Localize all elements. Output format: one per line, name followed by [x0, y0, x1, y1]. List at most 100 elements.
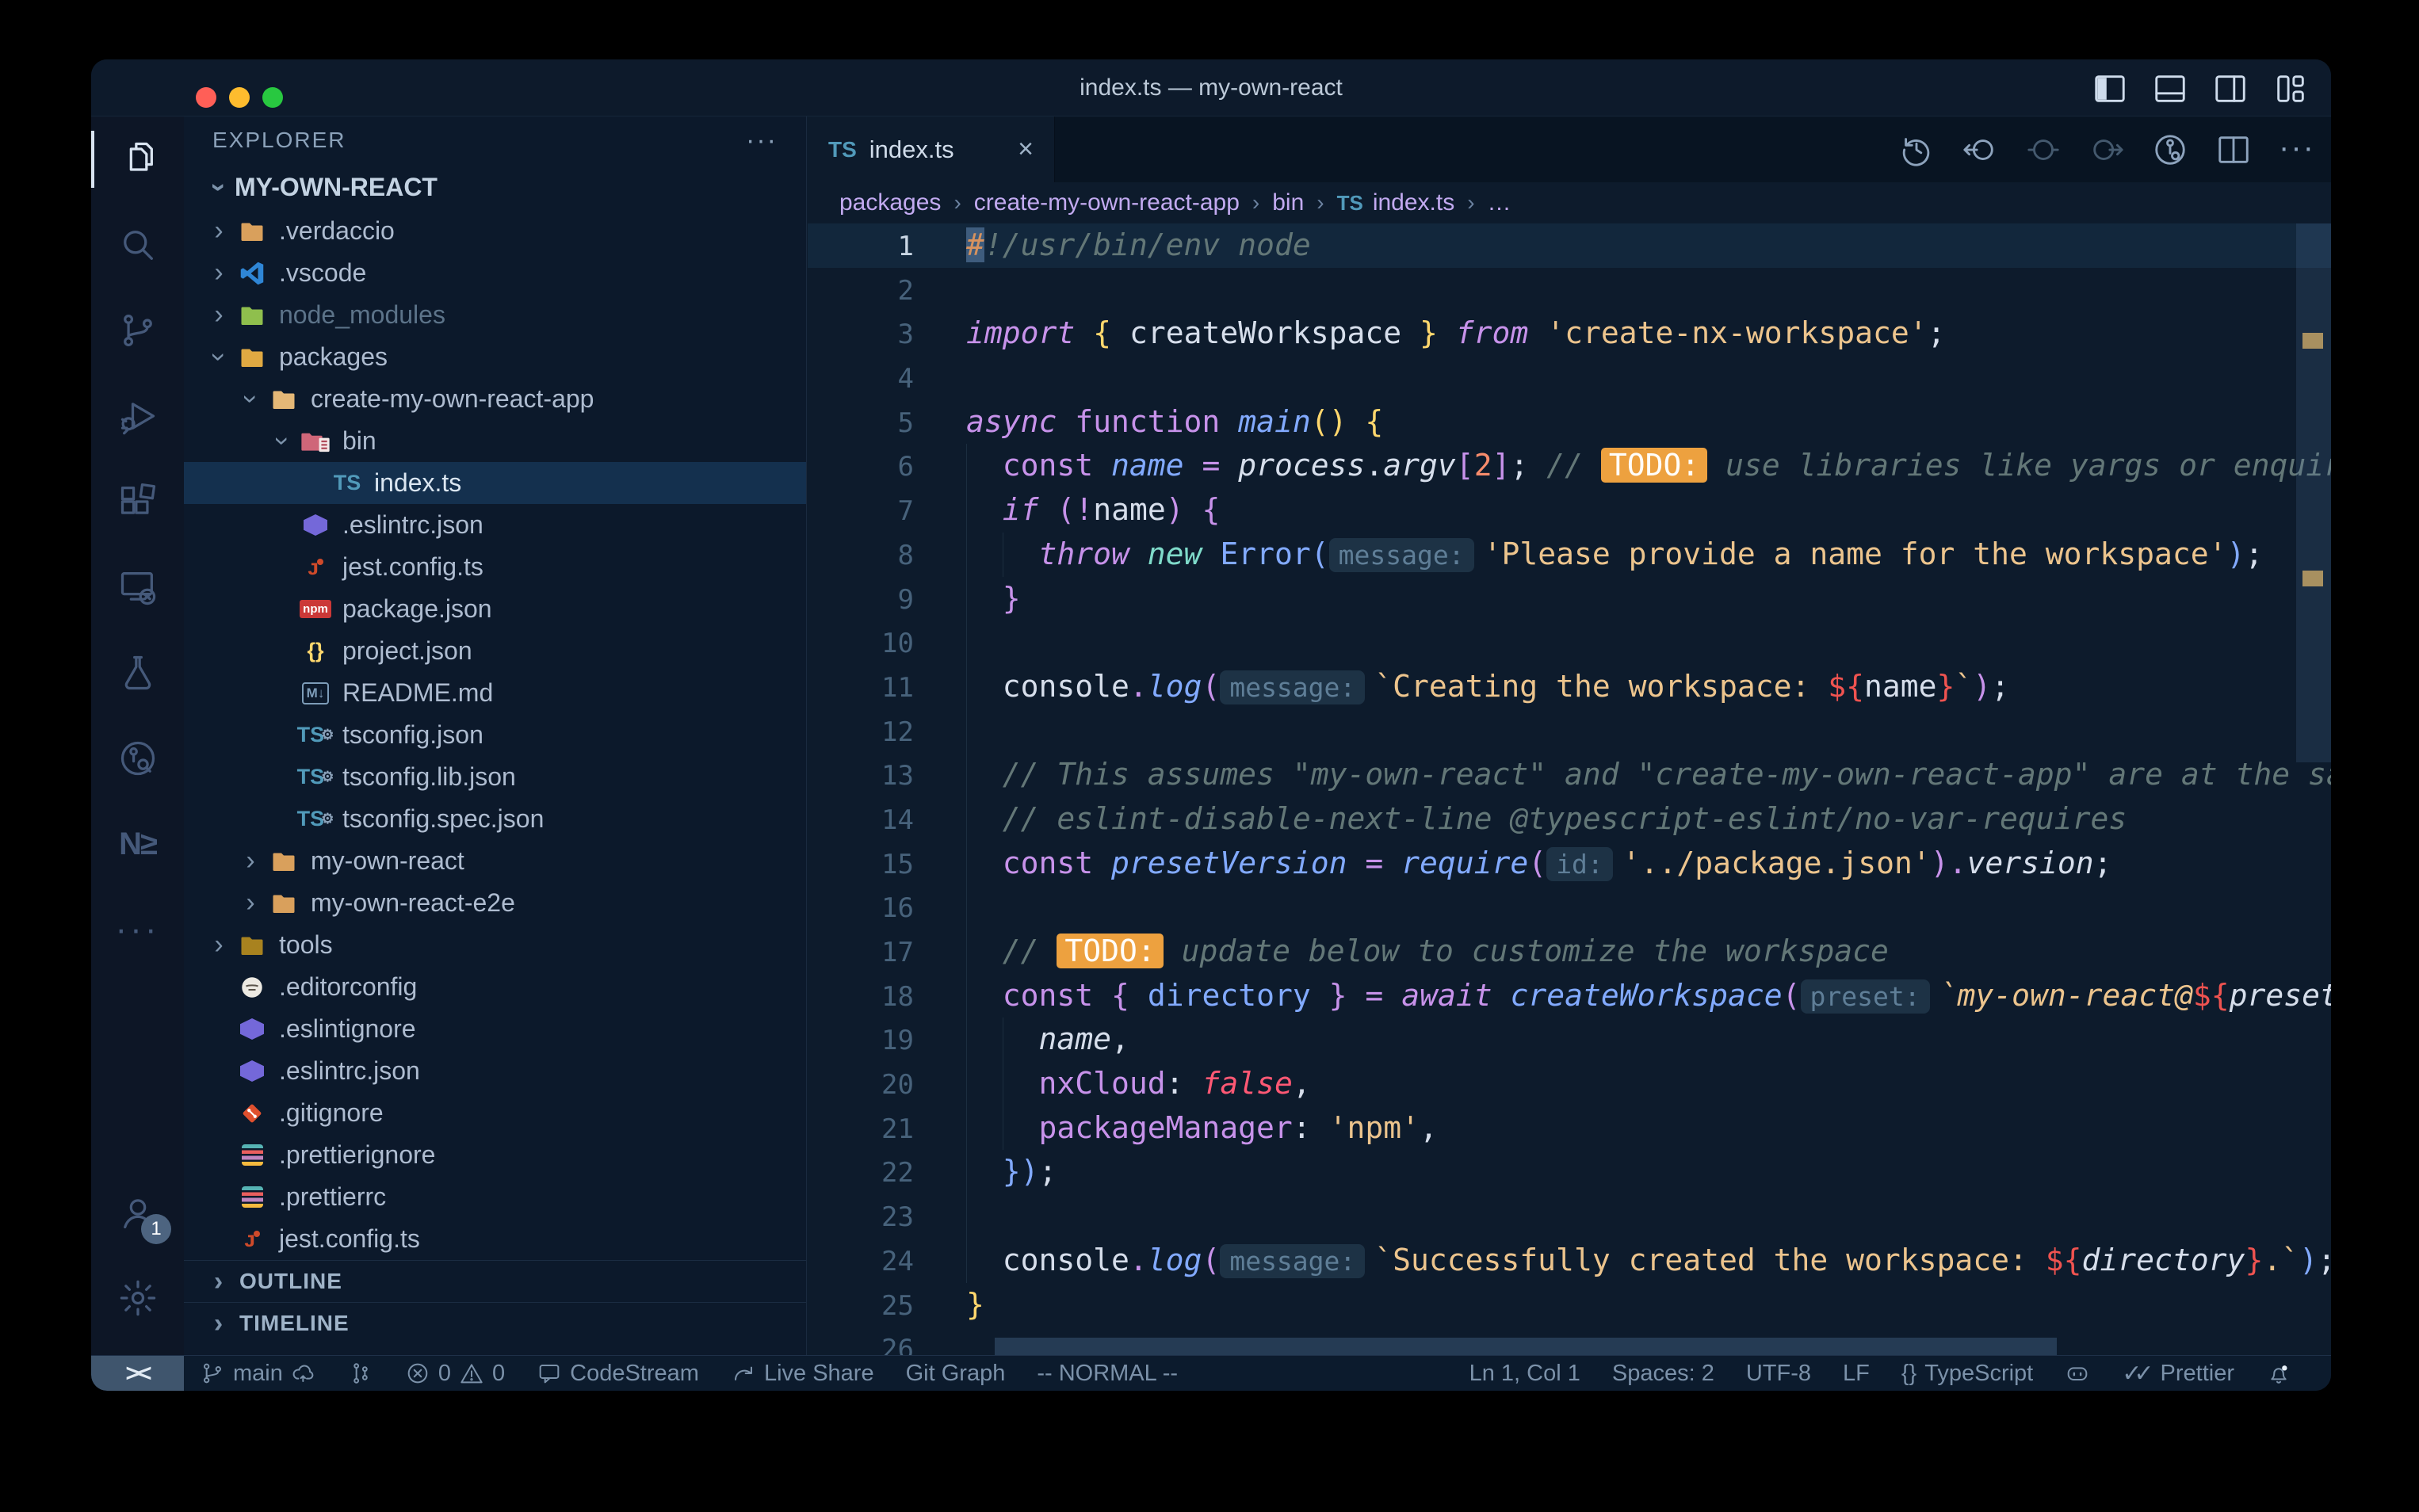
tree-item-.verdaccio[interactable]: ›.verdaccio — [184, 210, 806, 252]
section-timeline[interactable]: ›TIMELINE — [184, 1302, 806, 1344]
status-indentation[interactable]: Spaces: 2 — [1596, 1356, 1730, 1391]
tree-item-.eslintignore[interactable]: .eslintignore — [184, 1008, 806, 1050]
tree-item-bin[interactable]: ›bin — [184, 420, 806, 462]
layout-sidebar-left-icon[interactable] — [2092, 71, 2128, 107]
code-line-11[interactable]: 11 console.log(message:`Creating the wor… — [808, 665, 2331, 709]
tree-item-tsconfig.spec.json[interactable]: TS⚙tsconfig.spec.json — [184, 798, 806, 840]
next-change-icon[interactable] — [2088, 132, 2125, 168]
chevron-down-icon[interactable]: › — [267, 426, 298, 457]
code-line-6[interactable]: 6 const name = process.argv[2]; // TODO:… — [808, 444, 2331, 488]
tree-item-package.json[interactable]: npmpackage.json — [184, 588, 806, 630]
horizontal-scrollbar[interactable] — [995, 1338, 2057, 1355]
activity-testing-icon[interactable] — [91, 630, 184, 716]
gitlens-compare-icon[interactable] — [2152, 132, 2188, 168]
tree-item-.prettierignore[interactable]: .prettierignore — [184, 1134, 806, 1176]
tree-item-jest.config.ts[interactable]: ᴊjest.config.ts — [184, 1218, 806, 1260]
code-line-15[interactable]: 15 const presetVersion = require(id:'../… — [808, 842, 2331, 886]
layout-customize-icon[interactable] — [2272, 71, 2309, 107]
open-changes-icon[interactable] — [2025, 132, 2062, 168]
code-line-17[interactable]: 17 // TODO: update below to customize th… — [808, 930, 2331, 974]
code-line-19[interactable]: 19 name, — [808, 1018, 2331, 1062]
activity-gitlens-icon[interactable] — [91, 716, 184, 801]
activity-nx-console-icon[interactable]: N≥ — [91, 801, 184, 887]
code-line-8[interactable]: 8 throw new Error(message:'Please provid… — [808, 533, 2331, 577]
chevron-right-icon[interactable]: › — [203, 300, 235, 330]
code-line-3[interactable]: 3import { createWorkspace } from 'create… — [808, 311, 2331, 356]
chevron-right-icon[interactable]: › — [203, 258, 235, 288]
chevron-down-icon[interactable]: › — [204, 342, 235, 373]
activity-accounts-icon[interactable]: 1 — [91, 1170, 184, 1255]
workspace-root-folder[interactable]: › MY-OWN-REACT — [184, 164, 806, 210]
tab-index-ts[interactable]: TS index.ts × — [808, 116, 1055, 182]
explorer-more-actions-icon[interactable]: ··· — [746, 125, 778, 156]
status-eol[interactable]: LF — [1827, 1356, 1886, 1391]
chevron-right-icon[interactable]: › — [203, 930, 235, 960]
code-line-2[interactable]: 2 — [808, 268, 2331, 312]
code-line-1[interactable]: 1#!/usr/bin/env node — [808, 223, 2331, 268]
code-line-12[interactable]: 12 — [808, 709, 2331, 754]
timeline-history-icon[interactable] — [1898, 132, 1935, 168]
tree-item-my-own-react-e2e[interactable]: ›my-own-react-e2e — [184, 882, 806, 924]
code-line-16[interactable]: 16 — [808, 885, 2331, 930]
tree-item-.prettierrc[interactable]: .prettierrc — [184, 1176, 806, 1218]
tree-item-node-modules[interactable]: ›node_modules — [184, 294, 806, 336]
status-git-branch[interactable]: main — [184, 1356, 332, 1391]
status-remote-indicator[interactable]: >< — [91, 1356, 184, 1391]
tree-item-.editorconfig[interactable]: .editorconfig — [184, 966, 806, 1008]
code-line-5[interactable]: 5async function main() { — [808, 400, 2331, 445]
code-line-9[interactable]: 9 } — [808, 577, 2331, 621]
tree-item-jest.config.ts[interactable]: ᴊjest.config.ts — [184, 546, 806, 588]
breadcrumb-item-bin[interactable]: bin — [1272, 189, 1304, 216]
status-vim-mode[interactable]: -- NORMAL -- — [1021, 1356, 1194, 1391]
layout-sidebar-right-icon[interactable] — [2212, 71, 2249, 107]
tree-item-tsconfig.lib.json[interactable]: TS⚙tsconfig.lib.json — [184, 756, 806, 798]
chevron-down-icon[interactable]: › — [235, 384, 266, 415]
previous-change-icon[interactable] — [1962, 132, 1998, 168]
status-problems[interactable]: 00 — [389, 1356, 521, 1391]
tree-item-create-my-own-react-app[interactable]: ›create-my-own-react-app — [184, 378, 806, 420]
status-cursor-position[interactable]: Ln 1, Col 1 — [1454, 1356, 1596, 1391]
code-line-20[interactable]: 20 nxCloud: false, — [808, 1062, 2331, 1106]
status-pipeline[interactable] — [332, 1356, 389, 1391]
status-live-share[interactable]: Live Share — [715, 1356, 890, 1391]
close-tab-icon[interactable]: × — [1018, 134, 1034, 165]
tree-item-project.json[interactable]: {}project.json — [184, 630, 806, 672]
code-line-25[interactable]: 25} — [808, 1283, 2331, 1327]
status-copilot[interactable] — [2049, 1356, 2106, 1391]
code-line-18[interactable]: 18 const { directory } = await createWor… — [808, 974, 2331, 1018]
breadcrumb-item-packages[interactable]: packages — [839, 189, 941, 216]
tree-item-tools[interactable]: ›tools — [184, 924, 806, 966]
code-line-23[interactable]: 23 — [808, 1194, 2331, 1239]
tree-item-my-own-react[interactable]: ›my-own-react — [184, 840, 806, 882]
code-editor[interactable]: 1#!/usr/bin/env node23import { createWor… — [808, 223, 2331, 1355]
status-notifications[interactable] — [2250, 1356, 2307, 1391]
section-outline[interactable]: ›OUTLINE — [184, 1260, 806, 1302]
status-prettier[interactable]: ✓✓Prettier — [2106, 1356, 2250, 1391]
code-line-10[interactable]: 10 — [808, 620, 2331, 665]
tree-item-.eslintrc.json[interactable]: .eslintrc.json — [184, 1050, 806, 1092]
breadcrumb-item--[interactable]: … — [1488, 189, 1511, 216]
status-language-mode[interactable]: {}TypeScript — [1886, 1356, 2049, 1391]
activity-remote-explorer-icon[interactable] — [91, 544, 184, 630]
activity-extensions-icon[interactable] — [91, 459, 184, 544]
activity-explorer-icon[interactable] — [91, 116, 184, 202]
status-codestream[interactable]: CodeStream — [521, 1356, 715, 1391]
more-actions-icon[interactable]: ··· — [2279, 132, 2315, 168]
code-line-4[interactable]: 4 — [808, 356, 2331, 400]
chevron-right-icon[interactable]: › — [235, 888, 266, 918]
activity-source-control-icon[interactable] — [91, 288, 184, 373]
vertical-scrollbar[interactable] — [2296, 223, 2331, 762]
chevron-right-icon[interactable]: › — [203, 216, 235, 246]
activity-run-debug-icon[interactable] — [91, 373, 184, 459]
tree-item-.eslintrc.json[interactable]: .eslintrc.json — [184, 504, 806, 546]
tree-item-.gitignore[interactable]: .gitignore — [184, 1092, 806, 1134]
code-line-21[interactable]: 21 packageManager: 'npm', — [808, 1106, 2331, 1151]
tree-item-.vscode[interactable]: ›.vscode — [184, 252, 806, 294]
tree-item-readme.md[interactable]: M↓README.md — [184, 672, 806, 714]
chevron-right-icon[interactable]: › — [235, 846, 266, 876]
tree-item-packages[interactable]: ›packages — [184, 336, 806, 378]
status-encoding[interactable]: UTF-8 — [1730, 1356, 1827, 1391]
activity-search-icon[interactable] — [91, 202, 184, 288]
activity-more-icon[interactable]: ··· — [91, 887, 184, 972]
split-editor-icon[interactable] — [2215, 132, 2252, 168]
